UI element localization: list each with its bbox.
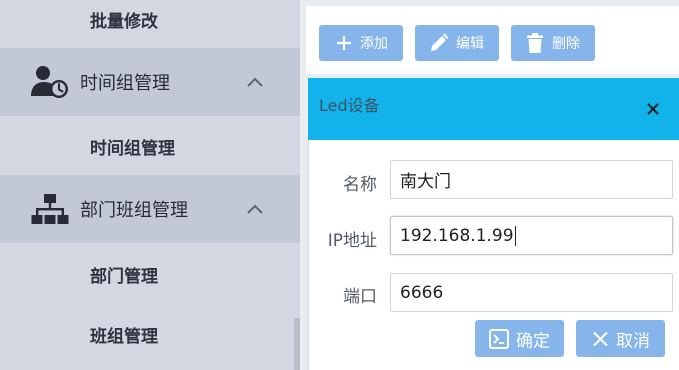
port-label: 端口 (343, 287, 377, 307)
user-clock-icon (31, 66, 68, 98)
dialog-header: Led设备 (308, 78, 679, 140)
sidebar-item-dept[interactable]: 部门管理 (0, 242, 300, 306)
sidebar-group-time-group[interactable]: 时间组管理 (0, 48, 300, 116)
confirm-button[interactable]: 确定 (475, 320, 564, 357)
edit-button[interactable]: 编辑 (415, 25, 499, 61)
led-device-dialog: Led设备 名称 南大门 IP地址 192.168.1.99 端口 6666 确… (308, 78, 679, 370)
delete-button-label: 删除 (552, 36, 580, 52)
cancel-button[interactable]: 取消 (576, 320, 665, 357)
sidebar-group-label: 部门班组管理 (80, 200, 188, 221)
sidebar-item-label: 部门管理 (90, 266, 158, 287)
sidebar: 批量修改 时间组管理 时间组管理 部门班组管理 部门管理 班组管理 (0, 0, 300, 370)
sidebar-group-dept-team[interactable]: 部门班组管理 (0, 175, 300, 243)
trash-icon (527, 33, 543, 53)
ip-label: IP地址 (327, 231, 377, 251)
close-icon (593, 331, 608, 346)
edit-button-label: 编辑 (456, 36, 484, 52)
sidebar-item-team[interactable]: 班组管理 (0, 302, 300, 366)
chevron-up-icon[interactable] (246, 203, 264, 215)
sidebar-item-label: 时间组管理 (90, 138, 175, 159)
port-field-value: 6666 (400, 282, 444, 303)
plus-icon (337, 36, 351, 50)
dialog-title: Led设备 (319, 96, 380, 115)
terminal-icon (489, 328, 509, 349)
sidebar-scrollbar[interactable] (294, 318, 300, 370)
cancel-button-label: 取消 (616, 331, 650, 351)
sidebar-item-batch-edit[interactable]: 批量修改 (0, 0, 300, 51)
pencil-icon (431, 33, 449, 51)
chevron-up-icon[interactable] (246, 76, 264, 88)
add-button[interactable]: 添加 (319, 25, 403, 61)
toolbar: 添加 编辑 删除 (306, 6, 679, 74)
ip-field-value: 192.168.1.99 (400, 225, 514, 246)
ip-field[interactable]: 192.168.1.99 (390, 216, 673, 255)
close-icon[interactable] (645, 101, 661, 117)
delete-button[interactable]: 删除 (511, 25, 595, 61)
port-field[interactable]: 6666 (390, 273, 673, 312)
sidebar-group-label: 时间组管理 (80, 73, 170, 94)
name-field-value: 南大门 (400, 172, 451, 192)
sidebar-item-time-group[interactable]: 时间组管理 (0, 114, 300, 178)
name-field[interactable]: 南大门 (390, 160, 673, 199)
name-label: 名称 (343, 175, 377, 195)
org-chart-icon (31, 194, 69, 224)
sidebar-item-label: 班组管理 (90, 326, 158, 347)
sidebar-item-label: 批量修改 (90, 11, 158, 32)
add-button-label: 添加 (360, 36, 388, 52)
text-caret (514, 225, 516, 246)
confirm-button-label: 确定 (516, 331, 550, 351)
